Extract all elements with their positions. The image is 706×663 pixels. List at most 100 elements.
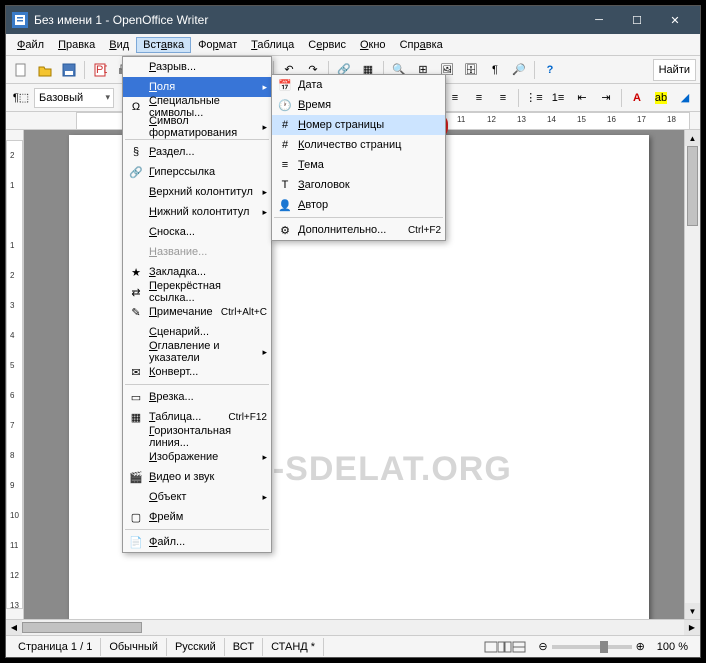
insert-menu-item[interactable]: Сценарий...	[123, 322, 271, 342]
fields-menu-item[interactable]: ⚙Дополнительно...Ctrl+F2	[272, 220, 445, 240]
bg-color-button[interactable]: ◢	[674, 87, 696, 109]
insert-menu-item[interactable]: ▭Врезка...	[123, 387, 271, 407]
menu-item-icon: T	[276, 177, 294, 193]
menu-item-icon: 🎬	[127, 469, 145, 485]
menu-item-label: Название...	[149, 246, 267, 258]
style-combo[interactable]: Базовый	[34, 88, 114, 108]
nonprint-chars-button[interactable]: ¶	[484, 59, 506, 81]
insert-menu-item[interactable]: ✎ПримечаниеCtrl+Alt+C	[123, 302, 271, 322]
insert-menu-item[interactable]: Символ форматирования ▸	[123, 117, 271, 137]
fields-menu-item[interactable]: T Заголовок	[272, 175, 445, 195]
submenu-arrow-icon: ▸	[262, 122, 267, 133]
menu-item-label: Тема	[298, 159, 441, 171]
fields-menu-item[interactable]: 👤Автор	[272, 195, 445, 215]
vertical-scrollbar[interactable]: ▲ ▼	[684, 130, 700, 619]
insert-menu-item[interactable]: ⇄Перекрёстная ссылка...	[123, 282, 271, 302]
menu-item-label: Конверт...	[149, 366, 267, 378]
insert-menu-item[interactable]: ▢ Фрейм	[123, 507, 271, 527]
status-insert[interactable]: ВСТ	[225, 638, 263, 656]
insert-menu-item[interactable]: Оглавление и указатели▸	[123, 342, 271, 362]
insert-menu-item[interactable]: Изображение▸	[123, 447, 271, 467]
menu-help[interactable]: Справка	[393, 37, 450, 53]
status-zoom-value[interactable]: 100 %	[649, 638, 696, 656]
insert-menu-item[interactable]: Разрыв...	[123, 57, 271, 77]
menu-item-label: Дополнительно...	[298, 224, 400, 236]
insert-menu-item[interactable]: ★Закладка...	[123, 262, 271, 282]
menu-item-label: Файл...	[149, 536, 267, 548]
fields-submenu-dropdown: 📅Дата🕐Время#Номер страницы#Количество ст…	[271, 74, 446, 241]
menu-item-label: Символ форматирования	[149, 115, 258, 139]
insert-menu-item[interactable]: 📄Файл...	[123, 532, 271, 552]
font-color-button[interactable]: A	[626, 87, 648, 109]
menu-item-icon: #	[276, 117, 294, 133]
menu-item-icon: ▭	[127, 389, 145, 405]
fields-menu-item[interactable]: #Количество страниц	[272, 135, 445, 155]
maximize-button[interactable]: ☐	[618, 6, 656, 34]
menu-format[interactable]: Формат	[191, 37, 244, 53]
menu-item-icon: §	[127, 144, 145, 160]
menu-edit[interactable]: Правка	[51, 37, 102, 53]
menu-item-label: Количество страниц	[298, 139, 441, 151]
menu-item-icon: ★	[127, 264, 145, 280]
menu-item-icon	[127, 344, 145, 360]
insert-menu-item[interactable]: § Раздел...	[123, 142, 271, 162]
menu-item-label: Фрейм	[149, 511, 267, 523]
insert-menu-item[interactable]: Объект▸	[123, 487, 271, 507]
menu-item-icon	[127, 59, 145, 75]
status-view-icons[interactable]	[476, 638, 534, 656]
menu-file[interactable]: Файл	[10, 37, 51, 53]
status-select[interactable]: СТАНД *	[263, 638, 324, 656]
horizontal-scrollbar[interactable]: ◀ ▶	[6, 619, 700, 635]
indent-dec-button[interactable]: ⇤	[571, 87, 593, 109]
fields-menu-item[interactable]: #Номер страницы	[272, 115, 445, 135]
menu-item-icon: ▢	[127, 509, 145, 525]
help-button[interactable]: ?	[539, 59, 561, 81]
menu-table[interactable]: Таблица	[244, 37, 301, 53]
menu-tools[interactable]: Сервис	[301, 37, 353, 53]
menu-bar: Файл Правка Вид Вставка Формат Таблица С…	[6, 34, 700, 56]
align-center-button[interactable]: ≡	[444, 87, 466, 109]
open-button[interactable]	[34, 59, 56, 81]
insert-menu-item[interactable]: 🎬Видео и звук	[123, 467, 271, 487]
menu-item-icon	[127, 489, 145, 505]
fields-menu-item[interactable]: ≡Тема	[272, 155, 445, 175]
status-page[interactable]: Страница 1 / 1	[10, 638, 101, 656]
insert-menu-item[interactable]: ΩСпециальные символы...	[123, 97, 271, 117]
status-style[interactable]: Обычный	[101, 638, 167, 656]
insert-menu-item[interactable]: Верхний колонтитул▸	[123, 182, 271, 202]
minimize-button[interactable]: ─	[580, 6, 618, 34]
menu-insert[interactable]: Вставка	[136, 37, 191, 53]
status-lang[interactable]: Русский	[167, 638, 225, 656]
menu-window[interactable]: Окно	[353, 37, 393, 53]
insert-menu-item[interactable]: 🔗Гиперссылка	[123, 162, 271, 182]
find-toolbar-input[interactable]: Найти	[653, 59, 696, 81]
number-list-button[interactable]: 1≡	[547, 87, 569, 109]
vertical-ruler[interactable]: 21 12345678910111213	[6, 130, 24, 619]
styles-button[interactable]: ¶⬚	[10, 87, 32, 109]
highlight-button[interactable]: ab	[650, 87, 672, 109]
fields-menu-item[interactable]: 📅Дата	[272, 75, 445, 95]
insert-menu-item[interactable]: ✉Конверт...	[123, 362, 271, 382]
insert-menu-item[interactable]: Горизонтальная линия...	[123, 427, 271, 447]
menu-item-label: Заголовок	[298, 179, 441, 191]
bullet-list-button[interactable]: ⋮≡	[523, 87, 545, 109]
data-sources-button[interactable]: 🗄	[460, 59, 482, 81]
insert-menu-item[interactable]: ▦Таблица...Ctrl+F12	[123, 407, 271, 427]
submenu-arrow-icon: ▸	[262, 187, 267, 198]
insert-menu-dropdown: Разрыв...Поля▸ΩСпециальные символы...Сим…	[122, 56, 272, 553]
menu-view[interactable]: Вид	[102, 37, 136, 53]
align-justify-button[interactable]: ≡	[492, 87, 514, 109]
align-right-button[interactable]: ≡	[468, 87, 490, 109]
insert-menu-item[interactable]: Поля▸	[123, 77, 271, 97]
insert-menu-item[interactable]: Нижний колонтитул▸	[123, 202, 271, 222]
close-button[interactable]: ✕	[656, 6, 694, 34]
zoom-button[interactable]: 🔎	[508, 59, 530, 81]
save-button[interactable]	[58, 59, 80, 81]
zoom-slider[interactable]: ⊖⊕	[534, 640, 648, 653]
indent-inc-button[interactable]: ⇥	[595, 87, 617, 109]
menu-item-label: Раздел...	[149, 146, 267, 158]
insert-menu-item[interactable]: Сноска...	[123, 222, 271, 242]
new-doc-button[interactable]	[10, 59, 32, 81]
fields-menu-item[interactable]: 🕐Время	[272, 95, 445, 115]
export-pdf-button[interactable]: PDF	[89, 59, 111, 81]
